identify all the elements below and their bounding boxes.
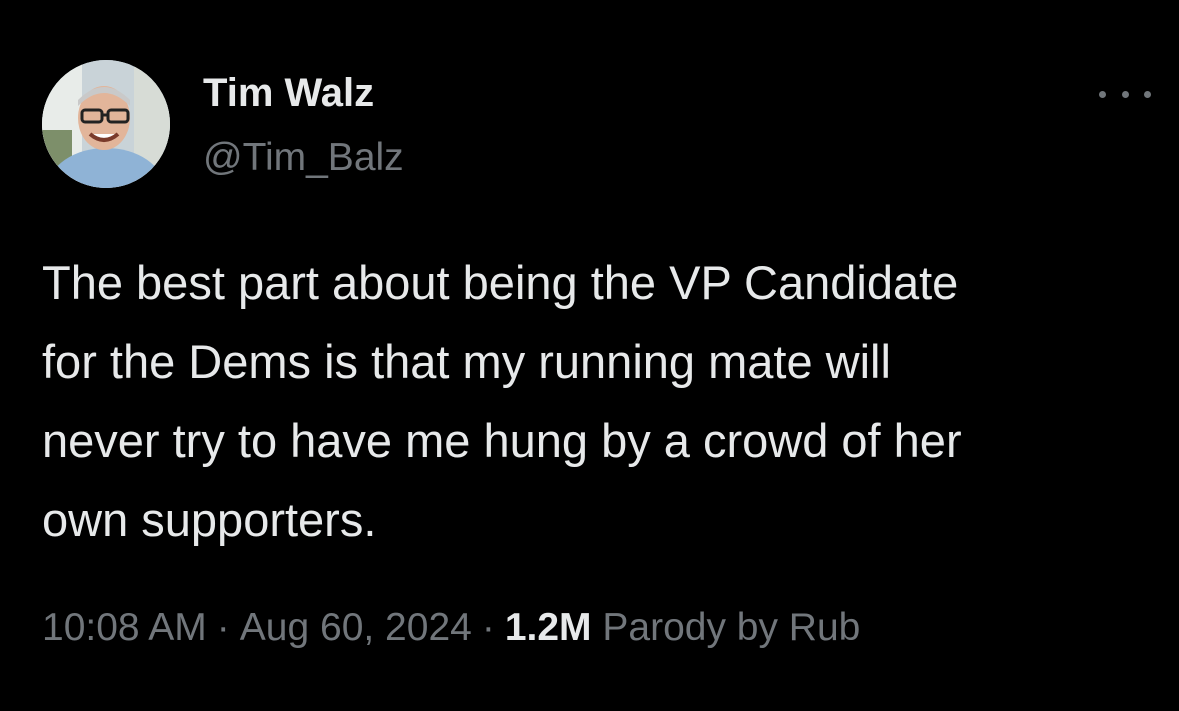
tweet-text-line: for the Dems is that my running mate wil… — [42, 335, 891, 388]
user-handle[interactable]: @Tim_Balz — [203, 136, 404, 180]
more-horizontal-icon — [1144, 90, 1151, 98]
tweet-text-line: The best part about being the VP Candida… — [42, 256, 959, 309]
display-name[interactable]: Tim Walz — [203, 71, 374, 115]
tweet-time[interactable]: 10:08 AM — [42, 606, 207, 649]
view-count: 1.2M — [504, 606, 592, 649]
tweet-metadata: 10:08 AM · Aug 60, 2024 · 1.2M Parody by Rub — [42, 603, 860, 653]
more-options-button[interactable] — [1099, 82, 1151, 106]
profile-photo-icon — [42, 60, 170, 188]
avatar[interactable] — [42, 60, 170, 188]
tweet-text-line: never try to have me hung by a crowd of … — [42, 414, 962, 467]
separator-dot: · — [216, 606, 230, 649]
tweet-date[interactable]: Aug 60, 2024 — [240, 606, 472, 649]
tweet-text: The best part about being the VP Candida… — [42, 243, 1152, 559]
tweet-text-line: own supporters. — [42, 493, 377, 546]
more-horizontal-icon — [1121, 90, 1129, 98]
views-label: Parody by Rub — [602, 606, 861, 649]
separator-dot: · — [481, 606, 495, 649]
more-horizontal-icon — [1099, 90, 1106, 98]
tweet-card: Tim Walz @Tim_Balz The best part about b… — [0, 0, 1179, 711]
